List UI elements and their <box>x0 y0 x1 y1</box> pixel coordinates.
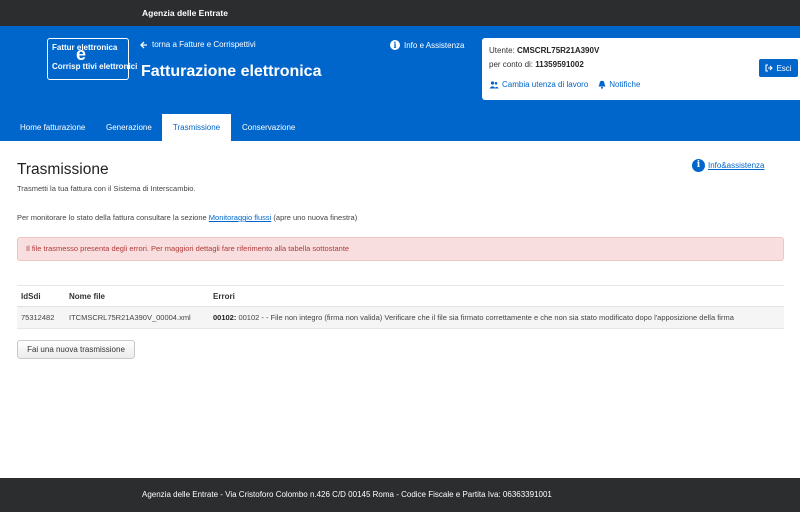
info-circle-icon: i <box>692 159 705 172</box>
info-assistance-label: Info e Assistenza <box>404 40 465 50</box>
error-code: 00102: <box>213 313 237 322</box>
user-actions: Cambia utenza di lavoro Notifiche <box>489 80 640 89</box>
header: Fattur elettronica e Corrisp ttivi elett… <box>0 26 800 114</box>
footer-text: Agenzia delle Entrate - Via Cristoforo C… <box>142 490 552 499</box>
new-transmission-button[interactable]: Fai una nuova trasmissione <box>17 340 135 359</box>
cell-errors: 00102: 00102 - - File non integro (firma… <box>213 307 734 328</box>
tab-home-fatturazione[interactable]: Home fatturazione <box>20 114 85 141</box>
column-header-errors: Errori <box>213 292 235 301</box>
user-panel: Utente: CMSCRL75R21A390V per conto di: 1… <box>482 38 800 100</box>
column-header-file: Nome file <box>69 292 106 301</box>
notifications-label: Notifiche <box>609 80 641 89</box>
arrow-left-icon <box>140 41 147 48</box>
account-label: per conto di: <box>489 60 534 69</box>
cell-file-name: ITCMSCRL75R21A390V_00004.xml <box>69 313 191 322</box>
help-link[interactable]: i Info&assistenza <box>692 159 764 172</box>
error-alert: Il file trasmesso presenta degli errori.… <box>17 237 784 261</box>
monitor-suffix: (apre uno nuova finestra) <box>271 213 358 222</box>
top-bar: Agenzia delle Entrate <box>0 0 800 26</box>
exit-label: Esci <box>776 63 792 73</box>
change-user-link[interactable]: Cambia utenza di lavoro <box>489 80 588 89</box>
account-value: 11359591002 <box>535 60 584 69</box>
tab-trasmissione[interactable]: Trasmissione <box>162 114 231 141</box>
page-subtitle: Trasmetti la tua fattura con il Sistema … <box>17 184 196 193</box>
page-title: Trasmissione <box>17 161 109 178</box>
table-header: IdSdi Nome file Errori <box>17 285 784 307</box>
column-header-idsdi: IdSdi <box>21 292 41 301</box>
bell-icon <box>598 80 606 89</box>
logo-text-line2: Corrisp ttivi elettronici <box>52 62 138 71</box>
tab-conservazione[interactable]: Conservazione <box>242 114 295 141</box>
cell-idsdi: 75312482 <box>21 313 55 322</box>
user-label: Utente: <box>489 46 515 55</box>
user-value: CMSCRL75R21A390V <box>517 46 600 55</box>
info-circle-icon: i <box>390 40 400 50</box>
exit-button[interactable]: Esci <box>759 59 798 77</box>
app-title: Fatturazione elettronica <box>141 63 322 80</box>
notifications-link[interactable]: Notifiche <box>598 80 640 89</box>
sign-out-icon <box>765 64 774 72</box>
back-link-label: torna a Fatture e Corrispettivi <box>152 40 256 49</box>
footer: Agenzia delle Entrate - Via Cristoforo C… <box>0 478 800 512</box>
help-link-label: Info&assistenza <box>708 161 765 170</box>
error-text: 00102 - - File non integro (firma non va… <box>236 313 734 322</box>
results-table: IdSdi Nome file Errori 75312482 ITCMSCRL… <box>17 285 784 329</box>
user-info: Utente: CMSCRL75R21A390V <box>489 46 599 55</box>
change-user-label: Cambia utenza di lavoro <box>502 80 589 89</box>
logo-mark: e <box>76 44 87 64</box>
nav-tabs: Home fatturazione Generazione Trasmissio… <box>0 114 800 141</box>
monitor-prefix: Per monitorare lo stato della fattura co… <box>17 213 209 222</box>
monitoring-link[interactable]: Monitoraggio flussi <box>209 213 272 222</box>
agency-name: Agenzia delle Entrate <box>142 8 228 18</box>
tab-generazione[interactable]: Generazione <box>106 114 152 141</box>
account-info: per conto di: 11359591002 <box>489 60 584 69</box>
users-icon <box>489 80 499 88</box>
monitor-instructions: Per monitorare lo stato della fattura co… <box>17 213 357 222</box>
logo[interactable]: Fattur elettronica e Corrisp ttivi elett… <box>47 38 137 80</box>
table-row: 75312482 ITCMSCRL75R21A390V_00004.xml 00… <box>17 307 784 329</box>
back-link[interactable]: torna a Fatture e Corrispettivi <box>140 40 256 49</box>
info-assistance-link[interactable]: i Info e Assistenza <box>390 40 464 50</box>
